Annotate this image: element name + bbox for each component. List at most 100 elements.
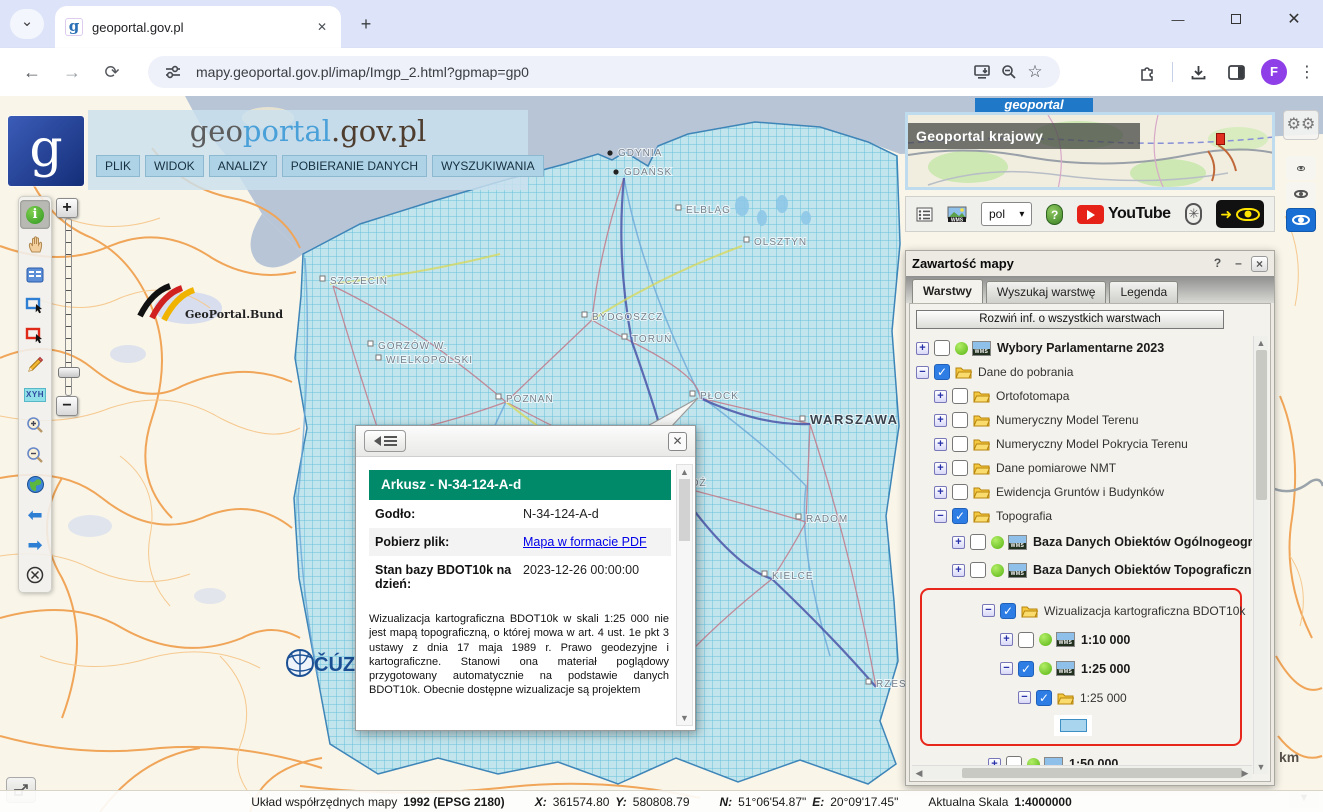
layer-row[interactable]: +Dane pomiarowe NMT bbox=[912, 456, 1252, 480]
install-app-icon[interactable] bbox=[970, 59, 996, 85]
menu-item-wyszukiwania[interactable]: WYSZUKIWANIA bbox=[432, 155, 544, 177]
site-settings-icon[interactable] bbox=[160, 59, 186, 85]
youtube-link[interactable]: YouTube bbox=[1077, 205, 1171, 224]
reload-button[interactable]: ⟳ bbox=[98, 58, 126, 86]
layer-row[interactable]: +WMSWybory Parlamentarne 2023 bbox=[912, 336, 1252, 360]
layer-row[interactable]: +Numeryczny Model Pokrycia Terenu bbox=[912, 432, 1252, 456]
expand-icon[interactable]: + bbox=[934, 390, 947, 403]
collapse-icon[interactable]: − bbox=[1000, 662, 1013, 675]
clear-selection-button[interactable] bbox=[20, 560, 50, 589]
layer-row[interactable]: +Ewidencja Gruntów i Budynków bbox=[912, 480, 1252, 504]
globe-wheel-icon[interactable] bbox=[1185, 203, 1203, 225]
layer-row[interactable]: −✓1:25 000 bbox=[924, 683, 1238, 712]
coordinates-tool-button[interactable]: XYH bbox=[20, 380, 50, 409]
layer-checkbox[interactable]: ✓ bbox=[934, 364, 950, 380]
settings-gear-button[interactable]: ⚙⚙ bbox=[1283, 110, 1319, 140]
medium-view-button[interactable] bbox=[1286, 182, 1316, 206]
collapse-icon[interactable]: − bbox=[934, 510, 947, 523]
layer-row[interactable]: +Numeryczny Model Terenu bbox=[912, 408, 1252, 432]
url-text[interactable]: mapy.geoportal.gov.pl/imap/Imgp_2.html?g… bbox=[196, 64, 970, 80]
popup-close-icon[interactable]: ✕ bbox=[668, 432, 687, 451]
draw-tool-button[interactable] bbox=[20, 350, 50, 379]
window-close-button[interactable]: ✕ bbox=[1265, 0, 1323, 40]
layer-checkbox[interactable]: ✓ bbox=[1036, 690, 1052, 706]
large-view-button[interactable] bbox=[1286, 208, 1316, 232]
zoom-out-tool-button[interactable] bbox=[20, 440, 50, 469]
tab-close-icon[interactable]: ✕ bbox=[313, 18, 331, 36]
layer-checkbox[interactable] bbox=[952, 484, 968, 500]
expand-icon[interactable]: + bbox=[952, 564, 965, 577]
high-contrast-toggle[interactable]: ➜ bbox=[1216, 200, 1264, 228]
zoom-handle[interactable] bbox=[58, 367, 80, 378]
panel-vertical-scrollbar[interactable]: ▲▼ bbox=[1253, 336, 1268, 774]
layer-checkbox[interactable] bbox=[970, 534, 986, 550]
layer-row[interactable]: +WMSBaza Danych Obiektów Topograficzn bbox=[912, 556, 1252, 584]
downloads-icon[interactable] bbox=[1185, 59, 1211, 85]
panel-horizontal-scrollbar[interactable]: ◀▶ bbox=[912, 765, 1252, 779]
layer-checkbox[interactable]: ✓ bbox=[952, 508, 968, 524]
menu-item-analizy[interactable]: ANALIZY bbox=[209, 155, 277, 177]
zoom-in-button[interactable]: + bbox=[56, 198, 78, 218]
expand-icon[interactable]: + bbox=[934, 438, 947, 451]
layer-checkbox[interactable] bbox=[1018, 632, 1034, 648]
side-panel-icon[interactable] bbox=[1223, 59, 1249, 85]
panel-help-icon[interactable]: ? bbox=[1209, 256, 1226, 272]
zoom-track[interactable] bbox=[65, 218, 72, 396]
url-bar[interactable]: mapy.geoportal.gov.pl/imap/Imgp_2.html?g… bbox=[148, 56, 1060, 88]
tab-legenda[interactable]: Legenda bbox=[1109, 281, 1178, 303]
layer-checkbox[interactable] bbox=[952, 388, 968, 404]
next-view-button[interactable]: ➡ bbox=[20, 530, 50, 559]
full-extent-button[interactable] bbox=[20, 470, 50, 499]
legend-grid-icon[interactable] bbox=[916, 207, 933, 222]
layer-row[interactable]: +Ortofotomapa bbox=[912, 384, 1252, 408]
window-minimize-button[interactable]: — bbox=[1149, 0, 1207, 40]
expand-icon[interactable]: + bbox=[916, 342, 929, 355]
zoom-page-icon[interactable] bbox=[996, 59, 1022, 85]
collapse-icon[interactable]: − bbox=[1018, 691, 1031, 704]
layer-checkbox[interactable]: ✓ bbox=[1018, 661, 1034, 677]
pan-tool-button[interactable] bbox=[20, 230, 50, 259]
language-select[interactable]: pol▾ bbox=[981, 202, 1032, 226]
layer-checkbox[interactable]: ✓ bbox=[1000, 603, 1016, 619]
deselect-rectangle-button[interactable] bbox=[20, 320, 50, 349]
layer-row[interactable]: +WMSBaza Danych Obiektów Ogólnogeogr bbox=[912, 528, 1252, 556]
expand-icon[interactable]: + bbox=[934, 414, 947, 427]
map-stage[interactable]: GDYNIAGDAŃSKELBLĄGOLSZTYNSZCZECINBYDGOSZ… bbox=[0, 96, 1323, 812]
layer-checkbox[interactable] bbox=[934, 340, 950, 356]
help-button[interactable]: ? bbox=[1046, 204, 1063, 225]
panel-close-icon[interactable]: × bbox=[1251, 256, 1268, 272]
new-tab-button[interactable]: + bbox=[355, 14, 377, 36]
expand-icon[interactable]: + bbox=[1000, 633, 1013, 646]
pdf-download-link[interactable]: Mapa w formacie PDF bbox=[523, 535, 653, 549]
layer-row[interactable]: −✓WMS1:25 000 bbox=[924, 654, 1238, 683]
zoom-out-button[interactable]: − bbox=[56, 396, 78, 416]
menu-item-plik[interactable]: PLIK bbox=[96, 155, 140, 177]
extensions-icon[interactable] bbox=[1134, 59, 1160, 85]
layer-checkbox[interactable] bbox=[952, 412, 968, 428]
previous-view-button[interactable]: ⬅ bbox=[20, 500, 50, 529]
tab-wyszukaj-warstwę[interactable]: Wyszukaj warstwę bbox=[986, 281, 1107, 303]
attribute-table-button[interactable] bbox=[20, 260, 50, 289]
zoom-in-tool-button[interactable] bbox=[20, 410, 50, 439]
geoportal-logo[interactable]: g bbox=[8, 116, 84, 186]
collapse-icon[interactable]: − bbox=[916, 366, 929, 379]
bookmark-star-icon[interactable]: ☆ bbox=[1022, 59, 1048, 85]
layer-row[interactable]: −✓Topografia bbox=[912, 504, 1252, 528]
layer-checkbox[interactable] bbox=[952, 460, 968, 476]
forward-button[interactable]: → bbox=[58, 58, 86, 86]
tab-search-button[interactable]: ⌄ bbox=[10, 9, 44, 39]
menu-item-widok[interactable]: WIDOK bbox=[145, 155, 204, 177]
layer-row[interactable]: −✓Dane do pobrania bbox=[912, 360, 1252, 384]
layer-row[interactable]: −✓Wizualizacja kartograficzna BDOT10k bbox=[924, 596, 1238, 625]
popup-scrollbar[interactable]: ▲▼ bbox=[676, 464, 693, 726]
select-rectangle-button[interactable] bbox=[20, 290, 50, 319]
panel-minimize-icon[interactable]: – bbox=[1230, 256, 1247, 272]
wms-services-icon[interactable]: WMS bbox=[947, 206, 967, 223]
small-view-button[interactable] bbox=[1286, 156, 1316, 180]
identify-tool-button[interactable]: i bbox=[20, 200, 50, 229]
browser-tab[interactable]: g geoportal.gov.pl ✕ bbox=[55, 6, 341, 48]
profile-avatar[interactable]: F bbox=[1261, 59, 1287, 85]
back-to-list-button[interactable] bbox=[364, 430, 406, 452]
layer-checkbox[interactable] bbox=[970, 562, 986, 578]
browser-menu-icon[interactable]: ⋮ bbox=[1299, 62, 1315, 82]
